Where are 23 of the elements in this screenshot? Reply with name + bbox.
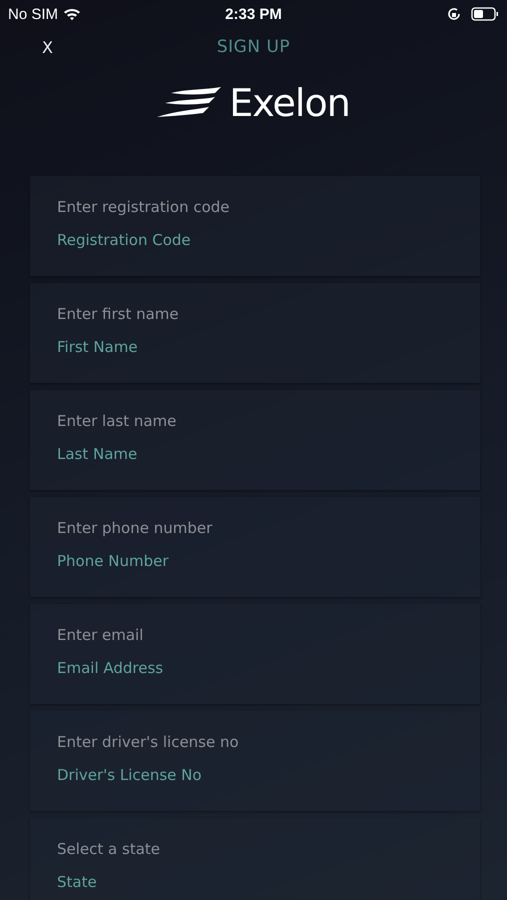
input-field[interactable]: State [57, 872, 453, 892]
input-field[interactable]: Registration Code [57, 230, 453, 250]
field-label: Enter driver's license no [57, 733, 240, 751]
field-label: Enter first name [57, 305, 180, 323]
input-field[interactable]: Driver's License No [57, 765, 453, 785]
screen-title: SIGN UP [216, 37, 292, 57]
carrier-text: No SIM [8, 6, 58, 22]
field-label: Select a state [57, 840, 162, 858]
stripes-logo-icon [157, 87, 222, 119]
close-button[interactable]: X [40, 36, 55, 58]
wifi-icon [63, 7, 82, 21]
field-label: Enter phone number [57, 519, 214, 537]
clock-text: 2:33 PM [225, 6, 282, 22]
rotation-lock-icon [447, 7, 462, 21]
field-label: Enter registration code [57, 198, 231, 216]
field-label: Enter last name [57, 412, 178, 430]
input-field[interactable]: First Name [57, 337, 453, 357]
battery-icon [471, 7, 500, 21]
brand-name: Exelon [229, 81, 350, 125]
input-field[interactable]: Email Address [57, 658, 453, 678]
input-field[interactable]: Phone Number [57, 551, 453, 571]
field-label: Enter email [57, 626, 144, 644]
input-field[interactable]: Last Name [57, 444, 453, 464]
